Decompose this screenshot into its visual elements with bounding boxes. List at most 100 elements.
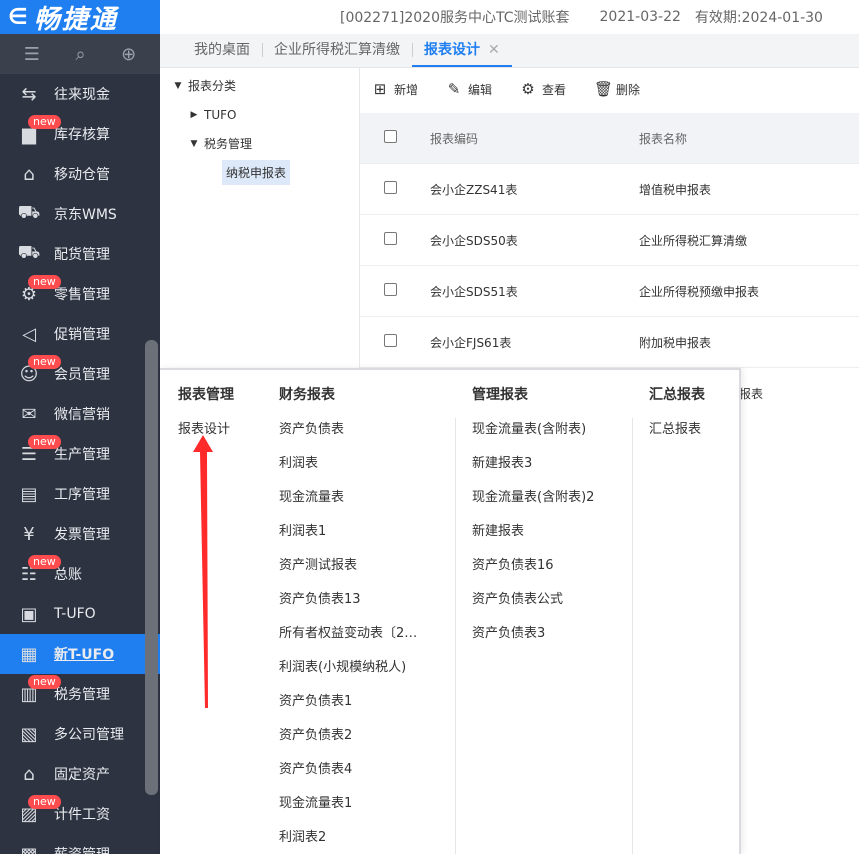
table-row[interactable]: 会小企SDS50表 企业所得税汇算清缴 [360,215,859,266]
add-icon: ⊞ [373,80,387,98]
sidebar-item[interactable]: ☷ 总账 new [0,554,160,594]
sidebar-item-label: 往来现金 [54,87,110,103]
logo-mark: ∈ [8,4,30,30]
sidebar-item[interactable]: ▨ 计件工资 new [0,794,160,834]
caret-down-icon[interactable]: ▼ [184,139,204,149]
row-code: 会小企SDS51表 [430,284,518,299]
module-icon: ¥ [23,523,35,545]
new-badge: new [28,795,61,809]
account-name: [002271]2020服务中心TC测试账套 [340,10,570,26]
toolbar: ⊞ 新增 ✎ 编辑 ⚙ 查看 🗑 删除 [372,68,640,110]
caret-right-icon[interactable]: ▶ [184,110,204,120]
table-row[interactable]: 会小企FJS61表 附加税申报表 [360,317,859,368]
menu-item[interactable]: 利润表 [279,454,417,488]
app-logo[interactable]: ∈ 畅捷通 [0,0,160,35]
sidebar-item-label: 生产管理 [54,447,110,463]
menu-item[interactable]: 现金流量表1 [279,794,417,828]
sidebar-item[interactable]: ▥ 税务管理 new [0,674,160,714]
menu-item[interactable]: 资产测试报表 [279,556,417,590]
menu-item[interactable]: 资产负债表13 [279,590,417,624]
add-doc-icon[interactable]: ⊕ [121,44,136,65]
sidebar-item[interactable]: ▤ 工序管理 [0,474,160,514]
menu-item[interactable]: 利润表2 [279,828,417,854]
menu-col-title: 汇总报表 [649,387,705,403]
tab-income-tax[interactable]: 企业所得税汇算清缴 [262,33,412,67]
sidebar-item-label: 税务管理 [54,687,110,703]
tree-leaf-tax-return[interactable]: 纳税申报表 [160,158,359,187]
menu-item[interactable]: 资产负债表2 [279,726,417,760]
header-code: 报表编码 [430,131,479,146]
tab-report-design[interactable]: 报表设计 ✕ [412,33,512,67]
tree-node-tax[interactable]: ▼ 税务管理 [160,129,359,158]
sidebar-item[interactable]: ⛟ 配货管理 [0,234,160,274]
sidebar-quickbar: ☰ ⌕ ⊕ [0,34,160,74]
sidebar-item-label: 工序管理 [54,487,110,503]
menu-item[interactable]: 现金流量表(含附表)2 [472,488,594,522]
report-menu-popup: 报表管理 报表设计 财务报表 资产负债表 利润表 现金流量表 利润表1 资产测试报表 资产… [160,368,741,854]
sidebar-item[interactable]: ▦ 新T-UFO [0,634,160,674]
sidebar-item-label: 多公司管理 [54,727,124,743]
menu-item[interactable]: 资产负债表公式 [472,590,594,624]
row-checkbox[interactable] [384,232,397,245]
menu-item[interactable]: 所有者权益变动表〔2… [279,624,417,658]
close-icon[interactable]: ✕ [488,42,500,58]
sidebar-scrollbar[interactable] [145,340,158,795]
module-icon: ⛟ [17,242,41,263]
module-icon: ▣ [20,603,38,625]
menu-col-summary: 汇总报表 汇总报表 [649,370,705,454]
row-checkbox[interactable] [384,334,397,347]
add-button[interactable]: ⊞ 新增 [372,80,418,98]
menu-item[interactable]: 利润表1 [279,522,417,556]
search-doc-icon[interactable]: ⌕ [75,44,85,65]
sidebar-item[interactable]: ⌂ 固定资产 [0,754,160,794]
sidebar-item[interactable]: ⇆ 往来现金 [0,74,160,114]
sidebar-item[interactable]: ✉ 微信营销 [0,394,160,434]
sidebar-item[interactable]: ▆ 库存核算 new [0,114,160,154]
sidebar: ∈ 畅捷通 ☰ ⌕ ⊕ ⇆ 往来现金 ▆ 库存核算 new ⌂ 移动仓管 ⛟ 京东WMS ⛟ 配货管… [0,0,160,854]
sidebar-item[interactable]: ▧ 多公司管理 [0,714,160,754]
row-code: 会小企FJS61表 [430,335,512,350]
sidebar-item[interactable]: ¥ 发票管理 [0,514,160,554]
table-row[interactable]: 会小企ZZS41表 增值税申报表 [360,164,859,215]
sidebar-item[interactable]: ☺ 会员管理 new [0,354,160,394]
menu-item[interactable]: 利润表(小规模纳税人) [279,658,417,692]
new-badge: new [28,115,61,129]
menu-item[interactable]: 资产负债表3 [472,624,594,658]
menu-item[interactable]: 汇总报表 [649,420,705,454]
row-checkbox[interactable] [384,181,397,194]
menu-col-title: 管理报表 [472,387,528,403]
menu-item[interactable]: 资产负债表1 [279,692,417,726]
sidebar-item[interactable]: ▣ T-UFO [0,594,160,634]
row-name: 企业所得税汇算清缴 [639,233,748,248]
tree-node-tufo[interactable]: ▶ TUFO [160,100,359,129]
menu-col-title: 财务报表 [279,387,335,403]
gear-icon: ⚙ [521,80,535,98]
menu-item[interactable]: 资产负债表4 [279,760,417,794]
sidebar-item[interactable]: ◁ 促销管理 [0,314,160,354]
tree-root[interactable]: ▼ 报表分类 [160,71,359,100]
select-all-checkbox[interactable] [384,130,397,143]
delete-button[interactable]: 🗑 删除 [594,80,640,98]
table-row[interactable]: 会小企SDS51表 企业所得税预缴申报表 [360,266,859,317]
menu-icon[interactable]: ☰ [24,44,40,65]
menu-item[interactable]: 报表设计 [178,420,234,454]
edit-button[interactable]: ✎ 编辑 [446,80,492,98]
menu-item[interactable]: 资产负债表16 [472,556,594,590]
caret-down-icon[interactable]: ▼ [168,81,188,91]
sidebar-item[interactable]: ⌂ 移动仓管 [0,154,160,194]
sidebar-item[interactable]: ⛟ 京东WMS [0,194,160,234]
module-icon: ▧ [20,723,38,745]
menu-col-financial: 财务报表 资产负债表 利润表 现金流量表 利润表1 资产测试报表 资产负债表13 所有者权益… [279,370,417,854]
sidebar-item[interactable]: ⚙ 零售管理 new [0,274,160,314]
menu-item[interactable]: 现金流量表 [279,488,417,522]
row-checkbox[interactable] [384,283,397,296]
menu-item[interactable]: 新建报表3 [472,454,594,488]
view-button[interactable]: ⚙ 查看 [520,80,566,98]
menu-item[interactable]: 资产负债表 [279,420,417,454]
tab-desktop[interactable]: 我的桌面 [182,33,262,67]
menu-item[interactable]: 现金流量表(含附表) [472,420,594,454]
sidebar-item-label: 微信营销 [54,407,110,423]
sidebar-item[interactable]: ▩ 薪资管理 [0,834,160,854]
menu-item[interactable]: 新建报表 [472,522,594,556]
sidebar-item[interactable]: ☰ 生产管理 new [0,434,160,474]
